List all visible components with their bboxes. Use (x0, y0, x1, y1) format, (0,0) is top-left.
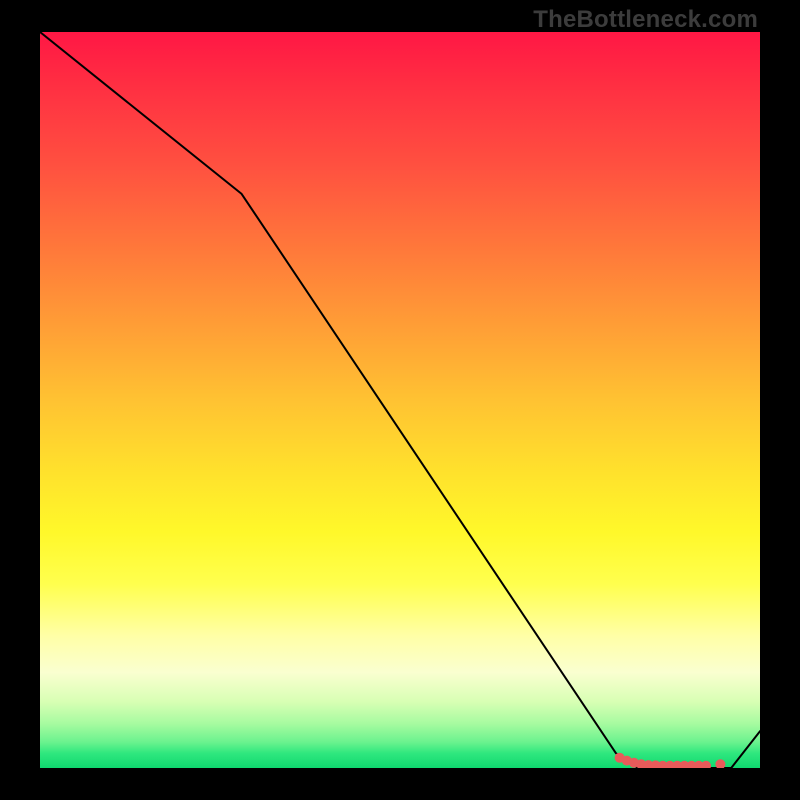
highlight-dot (715, 759, 725, 768)
curve-line (40, 32, 760, 768)
chart-svg (40, 32, 760, 768)
highlight-dots (615, 753, 726, 768)
watermark-text: TheBottleneck.com (533, 6, 758, 34)
chart-frame: TheBottleneck.com (0, 0, 800, 800)
highlight-dot (701, 761, 711, 768)
plot-area (40, 32, 760, 768)
